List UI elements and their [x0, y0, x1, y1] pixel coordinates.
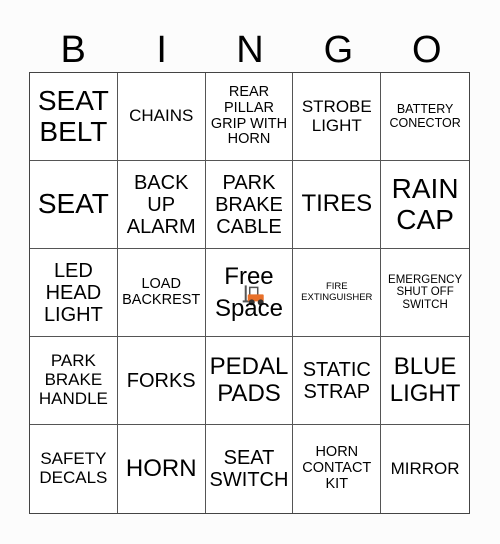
cell-label: CHAINS: [129, 106, 194, 126]
bingo-cell[interactable]: MIRROR: [381, 425, 469, 513]
bingo-cell[interactable]: HORN CONTACT KIT: [293, 425, 382, 513]
cell-label: LED HEAD LIGHT: [43, 259, 103, 326]
cell-label: BACK UP ALARM: [126, 171, 196, 238]
header-letter-g: G: [323, 29, 354, 71]
bingo-cell[interactable]: RAIN CAP: [381, 161, 469, 249]
bingo-cell[interactable]: BLUE LIGHT: [381, 337, 469, 425]
bingo-cell[interactable]: REAR PILLAR GRIP WITH HORN: [205, 73, 294, 161]
bingo-cell[interactable]: PEDAL PADS: [205, 337, 294, 425]
bingo-cell[interactable]: TIRES: [293, 161, 382, 249]
cell-label: MIRROR: [390, 458, 460, 478]
header-letter-n: N: [236, 29, 264, 71]
cell-label: RAIN CAP: [391, 172, 459, 235]
header-letter-b: B: [60, 29, 86, 71]
cell-label: PEDAL PADS: [209, 353, 289, 407]
bingo-cell[interactable]: SAFETY DECALS: [30, 425, 118, 513]
bingo-cell[interactable]: BATTERY CONECTOR: [381, 73, 469, 161]
bingo-cell[interactable]: FIRE EXTINGUISHER: [293, 249, 382, 337]
bingo-cell[interactable]: CHAINS: [117, 73, 206, 161]
bingo-cell[interactable]: LOAD BACKREST: [117, 249, 206, 337]
cell-label: SEAT: [37, 188, 109, 220]
bingo-cell[interactable]: PARK BRAKE CABLE: [205, 161, 294, 249]
bingo-grid: SEAT BELT CHAINS REAR PILLAR GRIP WITH HOR…: [29, 72, 470, 514]
cell-label: TIRES: [301, 190, 373, 218]
bingo-cell[interactable]: SEAT: [30, 161, 118, 249]
bingo-cell[interactable]: PARK BRAKE HANDLE: [30, 337, 118, 425]
cell-label: FIRE EXTINGUISHER: [301, 281, 373, 303]
bingo-header: B I N G O: [29, 28, 471, 72]
cell-label: SEAT BELT: [37, 84, 109, 147]
header-letter-o: O: [412, 29, 442, 71]
cell-label: STROBE LIGHT: [301, 96, 372, 135]
bingo-cell[interactable]: EMERGENCY SHUT OFF SWITCH: [381, 249, 469, 337]
cell-label: PARK BRAKE HANDLE: [38, 351, 108, 408]
bingo-cell[interactable]: SEAT BELT: [30, 73, 118, 161]
free-space-cell[interactable]: Free Space: [205, 249, 294, 337]
cell-label: SAFETY DECALS: [39, 449, 108, 487]
bingo-cell[interactable]: BACK UP ALARM: [117, 161, 206, 249]
cell-label: FORKS: [126, 369, 196, 392]
bingo-cell[interactable]: HORN: [118, 425, 206, 513]
bingo-cell[interactable]: STATIC STRAP: [293, 337, 382, 425]
cell-label: REAR PILLAR GRIP WITH HORN: [210, 83, 288, 148]
cell-label: EMERGENCY SHUT OFF SWITCH: [388, 273, 463, 311]
cell-label: LOAD BACKREST: [122, 275, 201, 308]
free-space-label: Free Space: [214, 263, 284, 322]
cell-label: HORN CONTACT KIT: [302, 444, 372, 492]
bingo-cell[interactable]: SEAT SWITCH: [206, 425, 294, 513]
bingo-cell[interactable]: LED HEAD LIGHT: [30, 249, 118, 337]
cell-label: SEAT SWITCH: [209, 447, 289, 491]
cell-label: BATTERY CONECTOR: [389, 101, 461, 130]
bingo-cell[interactable]: FORKS: [117, 337, 206, 425]
bingo-cell[interactable]: STROBE LIGHT: [293, 73, 382, 161]
cell-label: PARK BRAKE CABLE: [215, 171, 283, 238]
header-letter-i: I: [156, 29, 167, 71]
cell-label: HORN: [125, 454, 197, 482]
cell-label: BLUE LIGHT: [389, 353, 461, 407]
cell-label: STATIC STRAP: [302, 358, 371, 403]
